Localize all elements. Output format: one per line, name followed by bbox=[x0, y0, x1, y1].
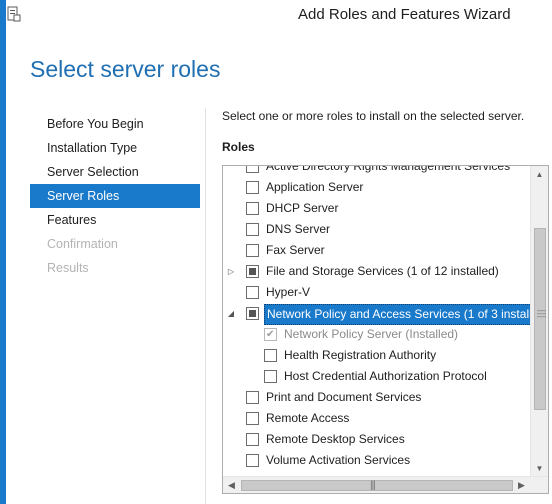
role-label: Print and Document Services bbox=[266, 390, 422, 404]
grip-icon: ||| bbox=[370, 480, 376, 491]
nav-item-results: Results bbox=[47, 261, 89, 275]
scroll-down-arrow-icon[interactable]: ▼ bbox=[531, 460, 548, 477]
role-row-fax-server[interactable]: Fax Server bbox=[223, 240, 530, 261]
expand-arrow-icon[interactable]: ▷ bbox=[226, 261, 236, 282]
roles-rows: Active Directory Rights Management Servi… bbox=[223, 166, 530, 471]
nav-item-confirmation: Confirmation bbox=[47, 237, 118, 251]
collapse-arrow-icon[interactable]: ◢ bbox=[226, 303, 236, 324]
nav-divider bbox=[205, 108, 206, 504]
role-row-hra[interactable]: Health Registration Authority bbox=[223, 345, 530, 366]
role-checkbox[interactable] bbox=[264, 349, 277, 362]
nav-item-features[interactable]: Features bbox=[30, 208, 200, 232]
role-label: Remote Desktop Services bbox=[266, 432, 405, 446]
role-checkbox[interactable] bbox=[246, 265, 259, 278]
role-checkbox[interactable] bbox=[246, 391, 259, 404]
nav-item-server-roles[interactable]: Server Roles bbox=[30, 184, 200, 208]
window-left-accent bbox=[0, 0, 6, 504]
role-label: Network Policy Server (Installed) bbox=[284, 327, 459, 341]
role-checkbox[interactable] bbox=[246, 181, 259, 194]
role-checkbox bbox=[264, 324, 277, 345]
role-row-dns-server[interactable]: DNS Server bbox=[223, 219, 530, 240]
role-label: DNS Server bbox=[266, 222, 331, 236]
role-label: Hyper-V bbox=[266, 285, 311, 299]
role-checkbox[interactable] bbox=[246, 454, 259, 467]
scroll-up-arrow-icon[interactable]: ▲ bbox=[531, 166, 548, 183]
role-row-volume-activation[interactable]: Volume Activation Services bbox=[223, 450, 530, 471]
grip-icon: — — — bbox=[537, 305, 546, 321]
role-row-print-document[interactable]: Print and Document Services bbox=[223, 387, 530, 408]
role-label: Health Registration Authority bbox=[284, 348, 437, 362]
scroll-right-arrow-icon[interactable]: ▶ bbox=[513, 477, 530, 493]
role-label: Host Credential Authorization Protocol bbox=[284, 369, 487, 383]
role-row-hyper-v[interactable]: Hyper-V bbox=[223, 282, 530, 303]
roles-heading: Roles bbox=[222, 140, 255, 154]
role-label: Application Server bbox=[266, 180, 364, 194]
role-label: Volume Activation Services bbox=[266, 453, 411, 467]
roles-list-viewport: Active Directory Rights Management Servi… bbox=[223, 166, 530, 477]
role-row-network-policy[interactable]: ◢ Network Policy and Access Services (1 … bbox=[223, 303, 530, 325]
role-row-remote-access[interactable]: Remote Access bbox=[223, 408, 530, 429]
role-checkbox[interactable] bbox=[246, 307, 259, 320]
nav-item-installation-type[interactable]: Installation Type bbox=[30, 136, 200, 160]
roles-tree-list[interactable]: Active Directory Rights Management Servi… bbox=[222, 165, 549, 494]
role-row-hcap[interactable]: Host Credential Authorization Protocol bbox=[223, 366, 530, 387]
vertical-scrollbar[interactable]: ▲ — — — ▼ bbox=[530, 166, 548, 477]
role-label: File and Storage Services (1 of 12 insta… bbox=[266, 264, 499, 278]
role-checkbox[interactable] bbox=[246, 202, 259, 215]
role-label: Fax Server bbox=[266, 243, 325, 257]
role-row-application-server[interactable]: Application Server bbox=[223, 177, 530, 198]
role-label: Network Policy and Access Services (1 of… bbox=[264, 304, 530, 325]
scroll-left-arrow-icon[interactable]: ◀ bbox=[223, 477, 240, 493]
role-checkbox[interactable] bbox=[246, 286, 259, 299]
role-label: DHCP Server bbox=[266, 201, 339, 215]
role-checkbox[interactable] bbox=[246, 223, 259, 236]
nav-item-server-selection[interactable]: Server Selection bbox=[30, 160, 200, 184]
role-label: Remote Access bbox=[266, 411, 350, 425]
role-row-remote-desktop[interactable]: Remote Desktop Services bbox=[223, 429, 530, 450]
role-row-ad-rms[interactable]: Active Directory Rights Management Servi… bbox=[223, 166, 530, 177]
role-checkbox[interactable] bbox=[246, 412, 259, 425]
horizontal-scrollbar[interactable]: ◀ ||| ▶ bbox=[223, 476, 548, 493]
nav-item-before-you-begin[interactable]: Before You Begin bbox=[30, 112, 200, 136]
server-manager-icon bbox=[7, 6, 21, 22]
wizard-nav: Before You Begin Installation Type Serve… bbox=[30, 112, 200, 280]
window-title: Add Roles and Features Wizard bbox=[298, 6, 511, 23]
role-checkbox[interactable] bbox=[246, 244, 259, 257]
vertical-scroll-thumb[interactable]: — — — bbox=[534, 228, 546, 410]
horizontal-scroll-thumb[interactable]: ||| bbox=[241, 480, 513, 491]
role-row-nps[interactable]: Network Policy Server (Installed) bbox=[223, 324, 530, 345]
page-title: Select server roles bbox=[30, 56, 221, 82]
role-label: Active Directory Rights Management Servi… bbox=[266, 166, 511, 173]
role-checkbox[interactable] bbox=[246, 166, 259, 173]
role-checkbox[interactable] bbox=[264, 370, 277, 383]
role-row-dhcp-server[interactable]: DHCP Server bbox=[223, 198, 530, 219]
instruction-text: Select one or more roles to install on t… bbox=[222, 109, 525, 123]
role-checkbox[interactable] bbox=[246, 433, 259, 446]
role-row-file-storage[interactable]: ▷ File and Storage Services (1 of 12 ins… bbox=[223, 261, 530, 282]
